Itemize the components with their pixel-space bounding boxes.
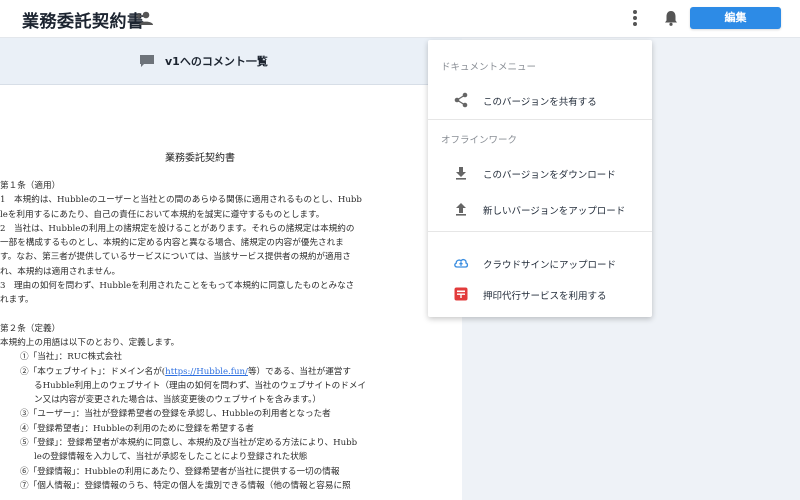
document-heading: 業務委託契約書: [165, 153, 235, 164]
share-icon: [453, 92, 469, 108]
definition-line: ⑦「個人情報」：登録情報のうち、特定の個人を識別できる情報（他の情報と容易に照: [20, 480, 351, 491]
doc-line: 3 理由の如何を問わず、Hubbleを利用されたことをもって本規約に同意したもの…: [0, 281, 355, 292]
edit-button[interactable]: 編集: [690, 7, 781, 29]
menu-item-label: 押印代行サービスを利用する: [483, 291, 607, 302]
stamp-icon: [453, 286, 469, 302]
doc-line: 1 本規約は、Hubbleのユーザーと当社との間のあらゆる関係に適用されるものと…: [0, 195, 362, 206]
definition-line: るHubble利用上のウェブサイト（理由の如何を問わず、当社のウェブサイトのドメ…: [34, 380, 367, 391]
document-body: 第１条（適用） 1 本規約は、Hubbleのユーザーと当社との間のあらゆる関係に…: [0, 179, 404, 493]
doc-line: れ、本規約は適用されません。: [0, 266, 121, 277]
menu-section-document: ドキュメントメニュー: [441, 62, 537, 73]
menu-item-upload[interactable]: 新しいバージョンをアップロード: [428, 195, 652, 223]
bell-icon[interactable]: [661, 8, 681, 28]
menu-item-label: このバージョンを共有する: [483, 97, 597, 108]
doc-line: 本規約上の用語は以下のとおり、定義します。: [0, 337, 180, 348]
doc-line: れます。: [0, 295, 34, 306]
doc-line: 第１条（適用）: [0, 181, 61, 191]
doc-line: 一部を構成するものとし、本規約に定める内容と異なる場合、諸規定の内容が優先されま: [0, 238, 344, 249]
cloud-upload-icon: [453, 255, 469, 271]
definition-line: leの登録情報を入力して、当社が承認をしたことにより登録された状態: [34, 452, 308, 463]
doc-line: す。なお、第三者が提供しているサービスについては、当該サービス提供者の規約が適用…: [0, 252, 351, 263]
menu-item-download[interactable]: このバージョンをダウンロード: [428, 159, 652, 187]
document-title: 業務委託契約書: [22, 12, 145, 32]
menu-item-label: 新しいバージョンをアップロード: [483, 206, 626, 217]
comment-list-label: v1へのコメント一覧: [165, 55, 268, 68]
definition-line: ④「登録希望者」：Hubbleの利用のために登録を希望する者: [20, 423, 254, 434]
comment-list-bar[interactable]: v1へのコメント一覧: [0, 38, 462, 85]
download-icon: [453, 165, 469, 181]
doc-line: 2 当社は、Hubbleの利用上の諸規定を設けることがあります。それらの諸規定は…: [0, 223, 355, 234]
share-person-icon[interactable]: [135, 9, 155, 27]
menu-section-offline: オフラインワーク: [441, 135, 518, 146]
menu-item-stamp[interactable]: 押印代行サービスを利用する: [428, 280, 652, 308]
menu-item-share[interactable]: このバージョンを共有する: [428, 86, 652, 114]
definition-line: ①「当社」：RUC株式会社: [20, 352, 122, 363]
definition-line: ⑤「登録」：登録希望者が本規約に同意し、本規約及び当社が定める方法により、Hub…: [20, 438, 358, 449]
menu-item-cloudsign[interactable]: クラウドサインにアップロード: [428, 249, 652, 277]
menu-item-label: このバージョンをダウンロード: [483, 170, 616, 181]
document-menu: ドキュメントメニュー このバージョンを共有する オフラインワーク このバージョン…: [428, 40, 652, 317]
menu-item-label: クラウドサインにアップロード: [483, 260, 617, 271]
comment-icon: [139, 53, 155, 67]
more-vert-icon[interactable]: [626, 8, 644, 30]
definition-line: ③「ユーザー」：当社が登録希望者の登録を承認し、Hubbleの利用者となった者: [20, 409, 331, 420]
definition-line: ン又は内容が変更された場合は、当該変更後のウェブサイトを含みます。）: [34, 395, 322, 406]
menu-divider: [428, 231, 652, 232]
top-bar: 業務委託契約書 編集: [0, 0, 800, 38]
website-link[interactable]: https://Hubble.fun/: [165, 367, 248, 377]
doc-line: leを利用するにあたり、自己の責任において本規約を誠実に遵守するものとします。: [0, 209, 325, 220]
definition-line: ⑥「登録情報」：Hubbleの利用にあたり、登録希望者が当社に提供する一切の情報: [20, 466, 340, 477]
menu-divider: [428, 119, 652, 120]
document-page: 業務委託契約書 第１条（適用） 1 本規約は、Hubbleのユーザーと当社との間…: [0, 85, 462, 500]
doc-line: 第２条（定義）: [0, 323, 61, 334]
upload-icon: [453, 201, 469, 217]
definition-line: ②「本ウェブサイト」：ドメイン名が(https://Hubble.fun/等）で…: [20, 366, 351, 377]
